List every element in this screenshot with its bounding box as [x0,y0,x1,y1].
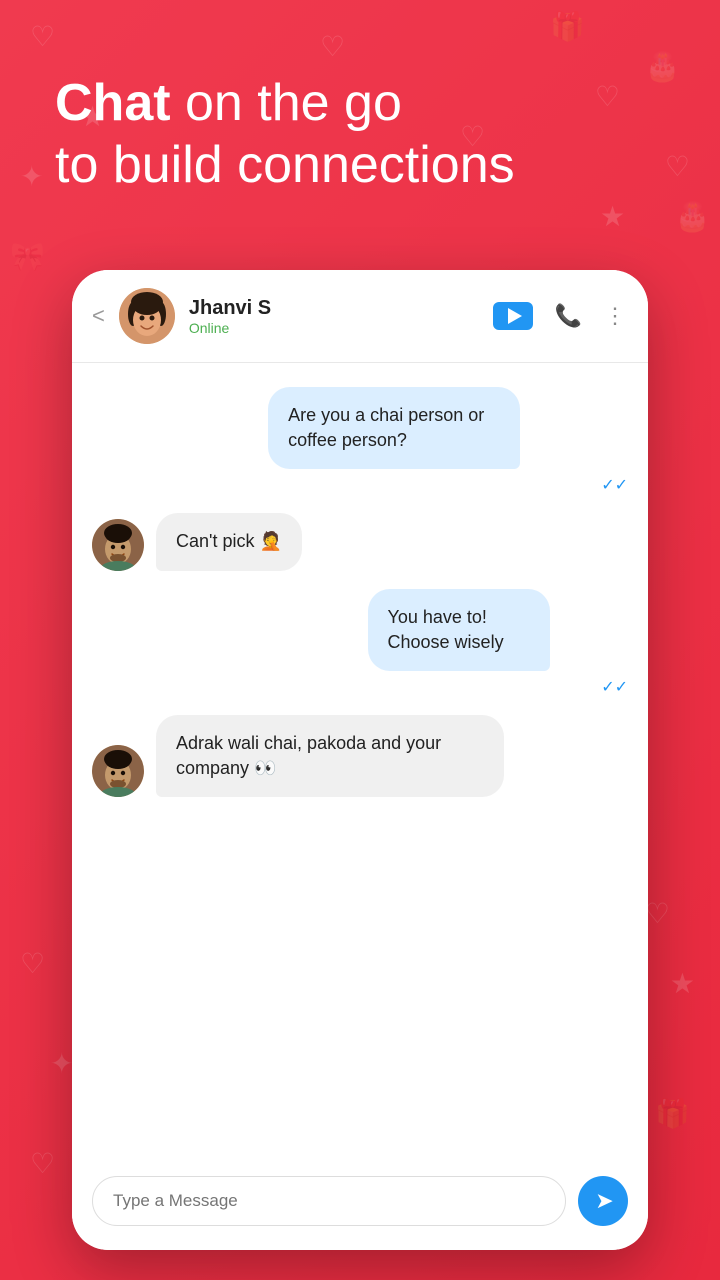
header-actions: 📞 ⋮ [493,302,628,330]
msg-text-2: Can't pick 🤦 [176,531,282,551]
contact-name: Jhanvi S [189,297,493,320]
read-receipt-1: ✓✓ [268,475,628,495]
voice-call-button[interactable]: 📞 [555,303,582,329]
contact-info: Jhanvi S Online [189,297,493,336]
message-received-2: Can't pick 🤦 [92,513,628,570]
send-button[interactable]: ➤ [578,1176,628,1226]
msg-text-4: Adrak wali chai, pakoda and your company… [176,733,441,778]
msg-avatar-4 [92,745,144,797]
bubble-received-2: Can't pick 🤦 [156,513,302,570]
message-received-4: Adrak wali chai, pakoda and your company… [92,715,628,797]
hero-line2: to build connections [55,136,515,194]
hero-line1-rest: on the go [171,74,402,132]
message-sent-1: Are you a chai person or coffee person? … [92,387,628,495]
message-sent-3: You have to! Choose wisely ✓✓ [92,589,628,697]
hero-bold: Chat [55,74,171,132]
phone-mockup: < Jhanvi S Online [72,270,648,1250]
double-tick-3: ✓✓ [601,677,628,697]
bubble-sent-3: You have to! Choose wisely [368,589,550,671]
read-receipt-3: ✓✓ [368,677,628,697]
input-area: ➤ [72,1160,648,1250]
messages-area: Are you a chai person or coffee person? … [72,363,648,1160]
chat-header: < Jhanvi S Online [72,270,648,363]
msg-text-3: You have to! Choose wisely [388,607,504,652]
hero-text-block: Chat on the go to build connections [55,72,665,197]
double-tick-1: ✓✓ [601,475,628,495]
contact-status: Online [189,320,493,336]
bubble-received-4: Adrak wali chai, pakoda and your company… [156,715,504,797]
msg-text-1: Are you a chai person or coffee person? [288,405,484,450]
bubble-sent-1: Are you a chai person or coffee person? [268,387,520,469]
msg-avatar-2 [92,519,144,571]
back-button[interactable]: < [92,303,105,329]
video-call-button[interactable] [493,302,533,330]
message-input-wrapper[interactable] [92,1176,566,1226]
more-options-button[interactable]: ⋮ [604,303,628,329]
contact-avatar [119,288,175,344]
send-icon: ➤ [595,1188,613,1214]
message-input[interactable] [113,1191,545,1211]
